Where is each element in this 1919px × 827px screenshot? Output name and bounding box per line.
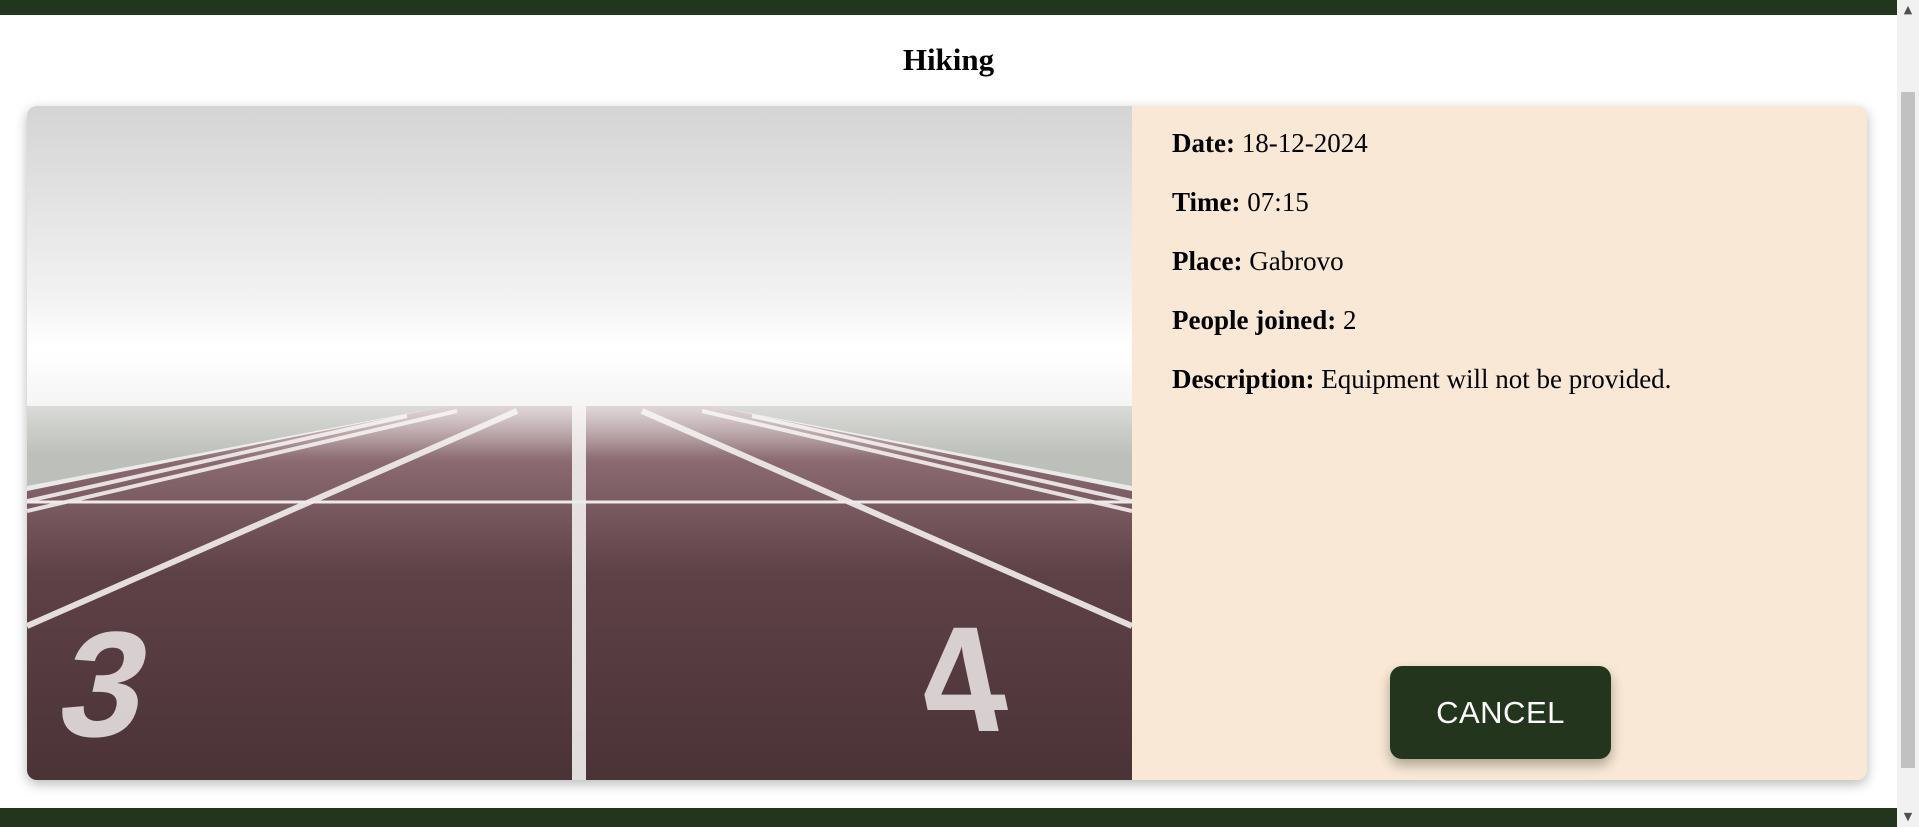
description-row: Description: Equipment will not be provi… <box>1172 362 1827 397</box>
date-label: Date: <box>1172 128 1235 158</box>
time-value: 07:15 <box>1247 187 1309 217</box>
page-title: Hiking <box>902 42 995 77</box>
running-track-photo-icon: 3 4 <box>27 106 1132 780</box>
scrollbar-thumb[interactable] <box>1901 92 1915 768</box>
place-value: Gabrovo <box>1249 246 1344 276</box>
people-joined-label: People joined: <box>1172 305 1337 335</box>
bottom-footer-bar <box>0 808 1897 827</box>
vertical-scrollbar[interactable]: ▲ ▼ <box>1897 0 1919 827</box>
event-details: Date: 18-12-2024 Time: 07:15 Place: Gabr… <box>1132 106 1867 780</box>
time-label: Time: <box>1172 187 1241 217</box>
top-header-bar <box>0 0 1897 15</box>
description-value: Equipment will not be provided. <box>1321 364 1672 394</box>
date-row: Date: 18-12-2024 <box>1172 126 1827 161</box>
people-joined-row: People joined: 2 <box>1172 303 1827 338</box>
people-joined-value: 2 <box>1342 305 1357 335</box>
description-label: Description: <box>1172 364 1315 394</box>
time-row: Time: 07:15 <box>1172 185 1827 220</box>
event-image: 3 4 <box>27 106 1132 780</box>
date-value: 18-12-2024 <box>1241 128 1368 158</box>
scroll-up-icon[interactable]: ▲ <box>1897 0 1919 20</box>
place-row: Place: Gabrovo <box>1172 244 1827 279</box>
place-label: Place: <box>1172 246 1243 276</box>
scroll-down-icon[interactable]: ▼ <box>1897 807 1919 827</box>
cancel-button[interactable]: CANCEL <box>1390 666 1611 759</box>
event-card: 3 4 Date: 18-12-2024 Time: 07:15 Place: … <box>27 106 1867 780</box>
